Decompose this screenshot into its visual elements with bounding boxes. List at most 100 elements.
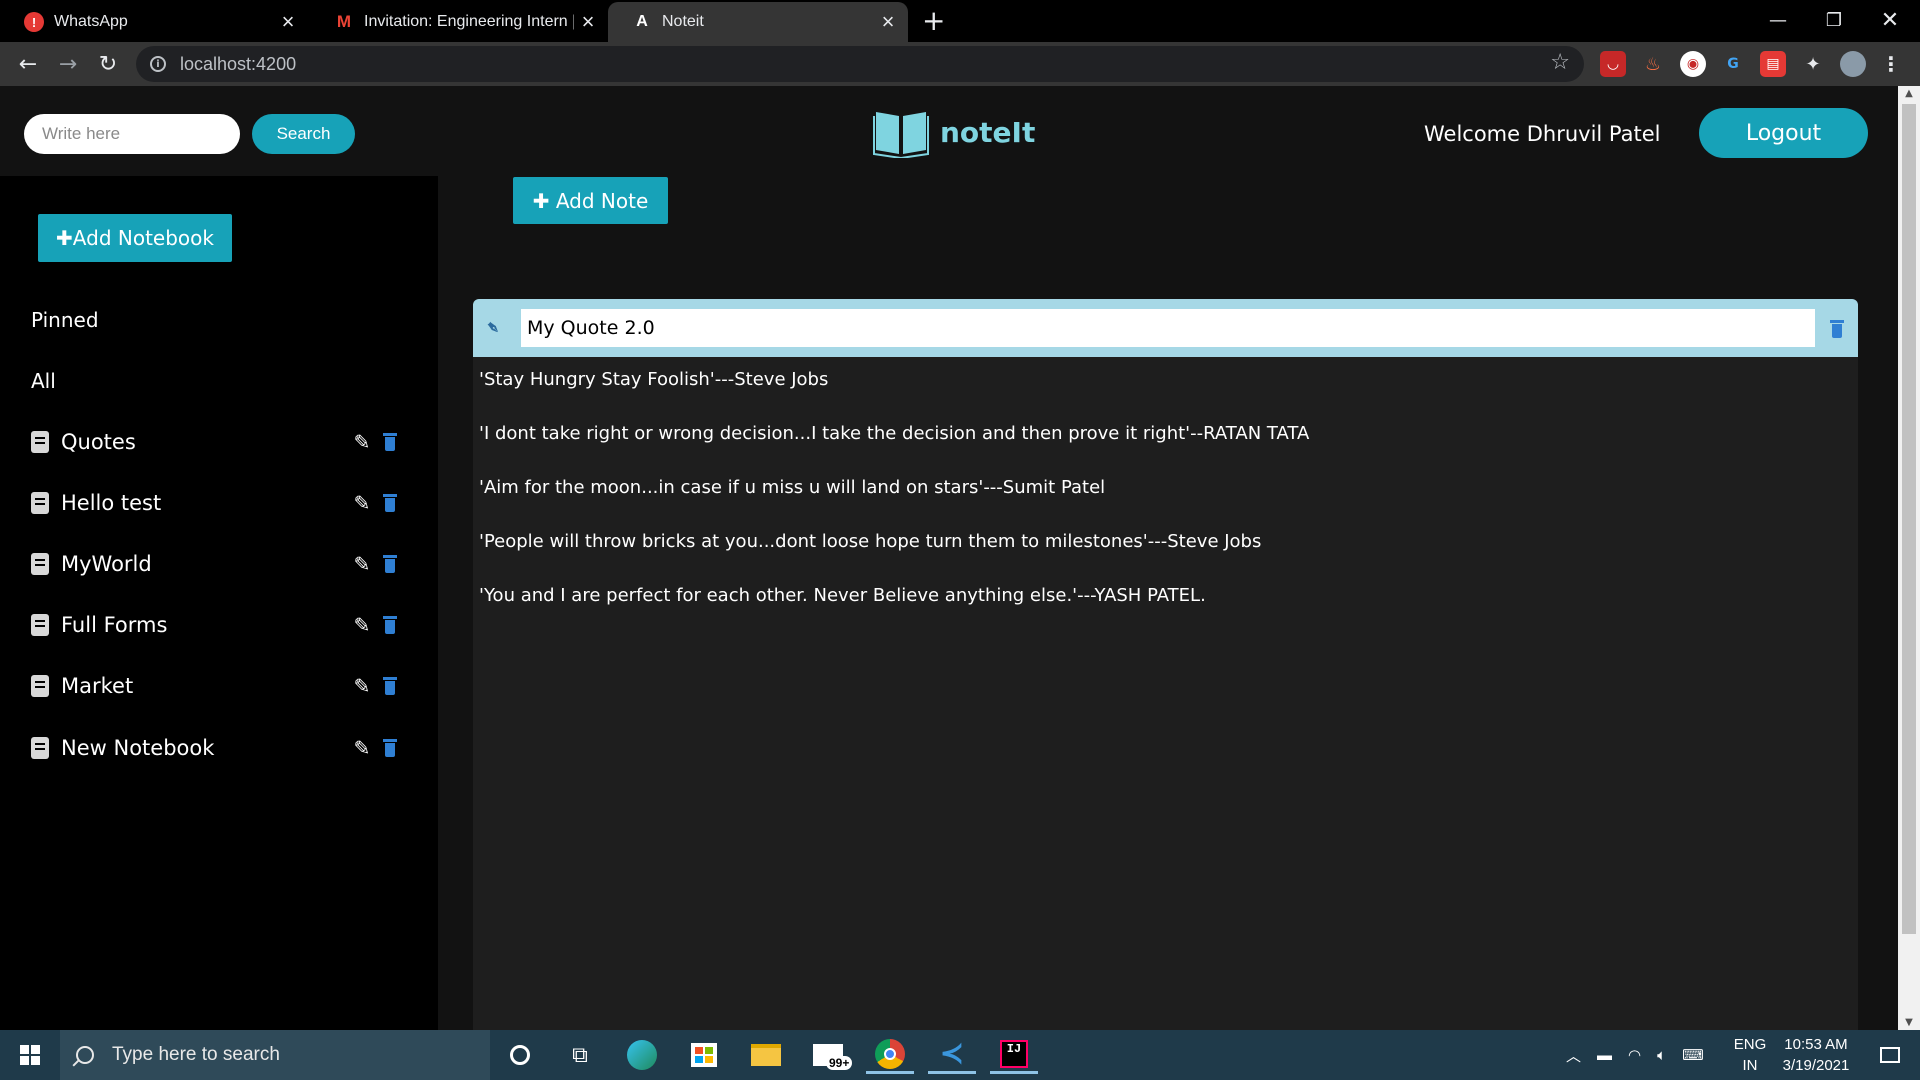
- extension-shield-icon[interactable]: ◉: [1680, 51, 1706, 77]
- notebook-label: Full Forms: [61, 613, 168, 637]
- add-notebook-button[interactable]: ✚Add Notebook: [38, 214, 232, 262]
- profile-avatar[interactable]: [1840, 51, 1866, 77]
- language-indicator[interactable]: ENG IN: [1730, 1034, 1770, 1076]
- bookmark-star-icon[interactable]: ☆: [1550, 50, 1570, 75]
- wifi-icon[interactable]: ◠: [1628, 1046, 1641, 1064]
- clock-time: 10:53 AM: [1784, 1036, 1848, 1053]
- browser-menu-icon[interactable]: ⋮: [1878, 51, 1904, 77]
- edit-icon[interactable]: ✎: [351, 736, 373, 760]
- store-icon[interactable]: [680, 1036, 728, 1074]
- edit-icon[interactable]: ✎: [351, 613, 373, 637]
- trash-icon[interactable]: [383, 494, 397, 512]
- pin-icon[interactable]: ✒: [476, 311, 510, 345]
- taskbar-clock[interactable]: 10:53 AM 3/19/2021: [1766, 1034, 1866, 1076]
- trash-icon[interactable]: [383, 616, 397, 634]
- notebook-item-new-notebook[interactable]: New Notebook ✎: [31, 730, 401, 766]
- tab-close-icon[interactable]: ×: [574, 9, 602, 35]
- keyboard-icon[interactable]: ⌨: [1682, 1046, 1704, 1064]
- region-code: IN: [1742, 1057, 1758, 1074]
- edit-icon[interactable]: ✎: [351, 552, 373, 576]
- add-note-label: Add Note: [555, 188, 649, 213]
- chevron-up-icon[interactable]: ︿: [1566, 1045, 1581, 1066]
- tab-title: Noteit: [662, 13, 704, 30]
- trash-icon[interactable]: [383, 677, 397, 695]
- note-line: 'People will throw bricks at you...dont …: [479, 531, 1262, 552]
- task-view-icon[interactable]: ⧉: [556, 1036, 604, 1074]
- extension-pocket-icon[interactable]: ◡: [1600, 51, 1626, 77]
- trash-icon[interactable]: [383, 739, 397, 757]
- url-field[interactable]: i localhost:4200 ☆: [136, 46, 1584, 82]
- tab-close-icon[interactable]: ×: [874, 9, 902, 35]
- note-body-textarea[interactable]: 'Stay Hungry Stay Foolish'---Steve Jobs …: [479, 369, 1849, 639]
- windows-logo-icon: [20, 1045, 40, 1065]
- logout-button[interactable]: Logout: [1699, 108, 1868, 158]
- mail-icon[interactable]: 99+: [804, 1036, 853, 1074]
- notebook-label: Market: [61, 674, 134, 698]
- scroll-up-arrow-icon[interactable]: ▲: [1903, 88, 1915, 99]
- volume-icon[interactable]: 🔈︎: [1657, 1047, 1666, 1064]
- extension-grammar-icon[interactable]: G: [1720, 51, 1746, 77]
- cortana-icon[interactable]: [496, 1036, 544, 1074]
- notebook-item-market[interactable]: Market ✎: [31, 668, 401, 704]
- sidebar: ✚Add Notebook Pinned All Quotes ✎ Hello …: [0, 176, 438, 1030]
- scroll-down-arrow-icon[interactable]: ▼: [1903, 1017, 1915, 1028]
- back-button[interactable]: ←: [12, 48, 44, 80]
- tab-gmail[interactable]: M Invitation: Engineering Intern | Te ×: [310, 2, 608, 42]
- new-tab-button[interactable]: +: [922, 4, 945, 37]
- plus-icon: ✚: [56, 226, 73, 250]
- search-input[interactable]: [24, 114, 240, 154]
- search-button[interactable]: Search: [252, 114, 355, 154]
- notebook-item-myworld[interactable]: MyWorld ✎: [31, 546, 401, 582]
- restore-window-button[interactable]: ❐: [1806, 0, 1862, 40]
- tab-noteit[interactable]: A Noteit ×: [608, 2, 908, 42]
- tab-title: WhatsApp: [54, 13, 128, 30]
- note-line: 'You and I are perfect for each other. N…: [479, 585, 1206, 606]
- start-button[interactable]: [0, 1030, 60, 1080]
- add-note-button[interactable]: ✚ Add Note: [513, 177, 668, 224]
- note-title-input[interactable]: [521, 309, 1815, 347]
- file-explorer-icon[interactable]: [742, 1036, 790, 1074]
- note-header: ✒: [473, 299, 1858, 357]
- welcome-text: Welcome Dhruvil Patel: [1424, 122, 1661, 146]
- note-card: ✒ 'Stay Hungry Stay Foolish'---Steve Job…: [473, 299, 1858, 1077]
- extension-fire-icon[interactable]: ♨: [1640, 51, 1666, 77]
- scrollbar-thumb[interactable]: [1902, 104, 1916, 934]
- forward-button[interactable]: →: [52, 48, 84, 80]
- sidebar-item-pinned[interactable]: Pinned: [31, 308, 99, 332]
- system-tray: ︿ ▬ ◠ 🔈︎ ⌨: [1566, 1030, 1714, 1080]
- vscode-icon[interactable]: ≺: [928, 1036, 976, 1074]
- chrome-icon[interactable]: [866, 1036, 914, 1074]
- page-scrollbar[interactable]: ▲ ▼: [1898, 86, 1920, 1030]
- edit-icon[interactable]: ✎: [351, 491, 373, 515]
- tab-close-icon[interactable]: ×: [274, 9, 302, 35]
- intellij-icon[interactable]: IJ: [990, 1036, 1038, 1074]
- brand-logo: noteIt: [872, 104, 1035, 160]
- extension-pdf-icon[interactable]: ▤: [1760, 51, 1786, 77]
- angular-favicon-icon: A: [636, 13, 648, 30]
- gmail-favicon-icon: M: [336, 12, 352, 31]
- mail-badge: 99+: [826, 1056, 853, 1070]
- edit-icon[interactable]: ✎: [351, 430, 373, 454]
- notebook-item-quotes[interactable]: Quotes ✎: [31, 424, 401, 460]
- edit-icon[interactable]: ✎: [351, 674, 373, 698]
- trash-icon[interactable]: [383, 555, 397, 573]
- site-info-icon[interactable]: i: [150, 56, 166, 72]
- sidebar-item-all[interactable]: All: [31, 369, 56, 393]
- close-window-button[interactable]: ✕: [1862, 0, 1918, 40]
- tab-whatsapp[interactable]: ! WhatsApp ×: [0, 2, 308, 42]
- noteit-app: Search noteIt Welcome Dhruvil Patel Logo…: [0, 86, 1898, 1077]
- url-text: localhost:4200: [180, 53, 297, 74]
- notifications-icon[interactable]: [1866, 1036, 1914, 1074]
- open-book-icon: [873, 112, 929, 158]
- trash-icon[interactable]: [383, 433, 397, 451]
- taskbar-search-box[interactable]: Type here to search: [60, 1030, 490, 1080]
- notebook-item-hello-test[interactable]: Hello test ✎: [31, 485, 401, 521]
- battery-icon[interactable]: ▬: [1597, 1047, 1612, 1064]
- edge-icon[interactable]: [618, 1036, 666, 1074]
- reload-button[interactable]: ↻: [92, 48, 124, 80]
- notebook-item-full-forms[interactable]: Full Forms ✎: [31, 607, 401, 643]
- minimize-window-button[interactable]: —: [1750, 0, 1806, 40]
- extensions-puzzle-icon[interactable]: ✦: [1800, 51, 1826, 77]
- note-line: 'Aim for the moon...in case if u miss u …: [479, 477, 1106, 498]
- notebook-label: Quotes: [61, 430, 136, 454]
